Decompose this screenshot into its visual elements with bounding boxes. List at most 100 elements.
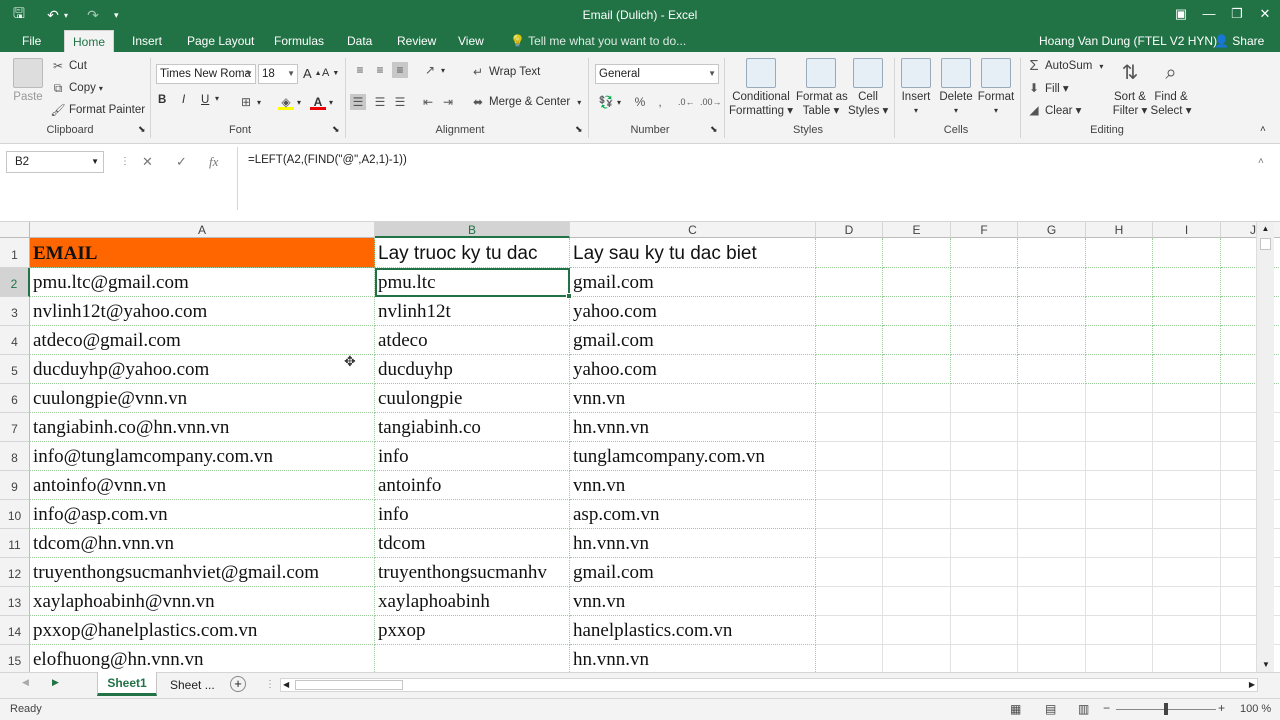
middle-align-button[interactable]: ≡ (372, 62, 388, 78)
alignment-launcher-icon[interactable]: ⬊ (575, 124, 583, 135)
empty-cell[interactable] (951, 442, 1018, 471)
cell-a15[interactable]: elofhuong@hn.vnn.vn (30, 645, 375, 672)
insert-cells-button[interactable]: Insert ▾ (898, 58, 934, 118)
cell-a7[interactable]: tangiabinh.co@hn.vnn.vn (30, 413, 375, 442)
cell-c6[interactable]: vnn.vn (570, 384, 816, 413)
italic-button[interactable]: I (182, 94, 185, 106)
cell-a14[interactable]: pxxop@hanelplastics.com.vn (30, 616, 375, 645)
cell-a1[interactable]: EMAIL (30, 238, 375, 268)
comma-style-button[interactable]: , (652, 94, 668, 110)
collapse-formula-bar-icon[interactable]: ˄ (1258, 151, 1264, 173)
empty-cell[interactable] (816, 587, 883, 616)
cell-b4[interactable]: atdeco (375, 326, 570, 355)
top-align-button[interactable]: ≡ (352, 62, 368, 78)
column-header[interactable]: A (30, 222, 375, 238)
cell-styles-button[interactable]: Cell Styles ▾ (848, 58, 888, 118)
empty-cell[interactable] (951, 413, 1018, 442)
empty-cell[interactable] (1018, 471, 1086, 500)
autosum-button[interactable]: Σ AutoSum ▾ (1026, 58, 1103, 74)
empty-cell[interactable] (883, 529, 951, 558)
empty-cell[interactable] (951, 238, 1018, 268)
cell-a2[interactable]: pmu.ltc@gmail.com (30, 268, 375, 297)
empty-cell[interactable] (1018, 355, 1086, 384)
cell-b5[interactable]: ducduyhp (375, 355, 570, 384)
font-name-combo[interactable]: Times New Roma ▼ (156, 64, 256, 84)
bottom-align-button[interactable]: ≡ (392, 62, 408, 78)
zoom-level[interactable]: 100 % (1240, 703, 1271, 715)
empty-cell[interactable] (1086, 587, 1153, 616)
row-header[interactable]: 12 (0, 558, 30, 587)
empty-cell[interactable] (883, 384, 951, 413)
empty-cell[interactable] (1086, 500, 1153, 529)
cell-b12[interactable]: truyenthongsucmanhv (375, 558, 570, 587)
font-launcher-icon[interactable]: ⬊ (332, 124, 340, 135)
percent-button[interactable]: % (632, 94, 648, 110)
empty-cell[interactable] (1153, 238, 1221, 268)
delete-cells-button[interactable]: Delete ▾ (936, 58, 976, 118)
normal-view-icon[interactable]: ▦ (1010, 702, 1021, 716)
format-painter-button[interactable]: 🖌 Format Painter (50, 102, 145, 118)
empty-cell[interactable] (1018, 616, 1086, 645)
cell-a10[interactable]: info@asp.com.vn (30, 500, 375, 529)
empty-cell[interactable] (1153, 355, 1221, 384)
fill-color-button[interactable]: ◈ ▾ (278, 94, 301, 110)
tab-data[interactable]: Data (347, 30, 372, 52)
empty-cell[interactable] (1086, 471, 1153, 500)
empty-cell[interactable] (883, 500, 951, 529)
empty-cell[interactable] (951, 587, 1018, 616)
tab-insert[interactable]: Insert (132, 30, 162, 52)
empty-cell[interactable] (951, 384, 1018, 413)
empty-cell[interactable] (1018, 645, 1086, 672)
empty-cell[interactable] (883, 268, 951, 297)
row-header[interactable]: 5 (0, 355, 30, 384)
cell-a12[interactable]: truyenthongsucmanhviet@gmail.com (30, 558, 375, 587)
accounting-format-button[interactable]: 💱 ▾ (598, 94, 622, 110)
empty-cell[interactable] (883, 587, 951, 616)
sheet-tab[interactable]: Sheet ... (170, 678, 215, 692)
empty-cell[interactable] (951, 500, 1018, 529)
find-select-button[interactable]: ⌕ Find & Select ▾ (1150, 58, 1192, 118)
empty-cell[interactable] (1086, 326, 1153, 355)
formula-input[interactable]: =LEFT(A2,(FIND("@",A2,1)-1)) (248, 154, 407, 166)
tell-me-box[interactable]: 💡 Tell me what you want to do... (510, 30, 686, 52)
cell-c10[interactable]: asp.com.vn (570, 500, 816, 529)
empty-cell[interactable] (883, 558, 951, 587)
empty-cell[interactable] (951, 326, 1018, 355)
empty-cell[interactable] (1153, 442, 1221, 471)
cell-c11[interactable]: hn.vnn.vn (570, 529, 816, 558)
ribbon-display-options-icon[interactable]: ▣ (1166, 0, 1196, 30)
empty-cell[interactable] (816, 616, 883, 645)
empty-cell[interactable] (1153, 413, 1221, 442)
close-button[interactable]: ✕ (1250, 0, 1280, 30)
empty-cell[interactable] (816, 471, 883, 500)
merge-center-button[interactable]: ⬌ Merge & Center ▾ (470, 94, 581, 110)
conditional-formatting-button[interactable]: Conditional Formatting ▾ (728, 58, 794, 118)
tab-file[interactable]: File (22, 30, 41, 52)
empty-cell[interactable] (951, 616, 1018, 645)
empty-cell[interactable] (1153, 645, 1221, 672)
cell-a4[interactable]: atdeco@gmail.com (30, 326, 375, 355)
number-format-combo[interactable]: General ▼ (595, 64, 719, 84)
name-box[interactable]: B2 ▼ (6, 151, 104, 173)
align-center-button[interactable]: ☰ (372, 94, 388, 110)
cell-c8[interactable]: tunglamcompany.com.vn (570, 442, 816, 471)
cell-b10[interactable]: info (375, 500, 570, 529)
empty-cell[interactable] (1153, 268, 1221, 297)
empty-cell[interactable] (951, 645, 1018, 672)
select-all-corner[interactable] (0, 222, 30, 238)
empty-cell[interactable] (1153, 558, 1221, 587)
empty-cell[interactable] (1153, 297, 1221, 326)
column-header[interactable]: D (816, 222, 883, 238)
empty-cell[interactable] (1018, 442, 1086, 471)
cell-b6[interactable]: cuulongpie (375, 384, 570, 413)
empty-cell[interactable] (883, 238, 951, 268)
empty-cell[interactable] (1086, 384, 1153, 413)
scroll-up-icon[interactable]: ▲ (1257, 222, 1274, 236)
cell-b13[interactable]: xaylaphoabinh (375, 587, 570, 616)
column-header[interactable]: F (951, 222, 1018, 238)
page-break-view-icon[interactable]: ▥ (1078, 702, 1089, 716)
row-header[interactable]: 13 (0, 587, 30, 616)
empty-cell[interactable] (1086, 297, 1153, 326)
tab-review[interactable]: Review (397, 30, 436, 52)
empty-cell[interactable] (1018, 500, 1086, 529)
